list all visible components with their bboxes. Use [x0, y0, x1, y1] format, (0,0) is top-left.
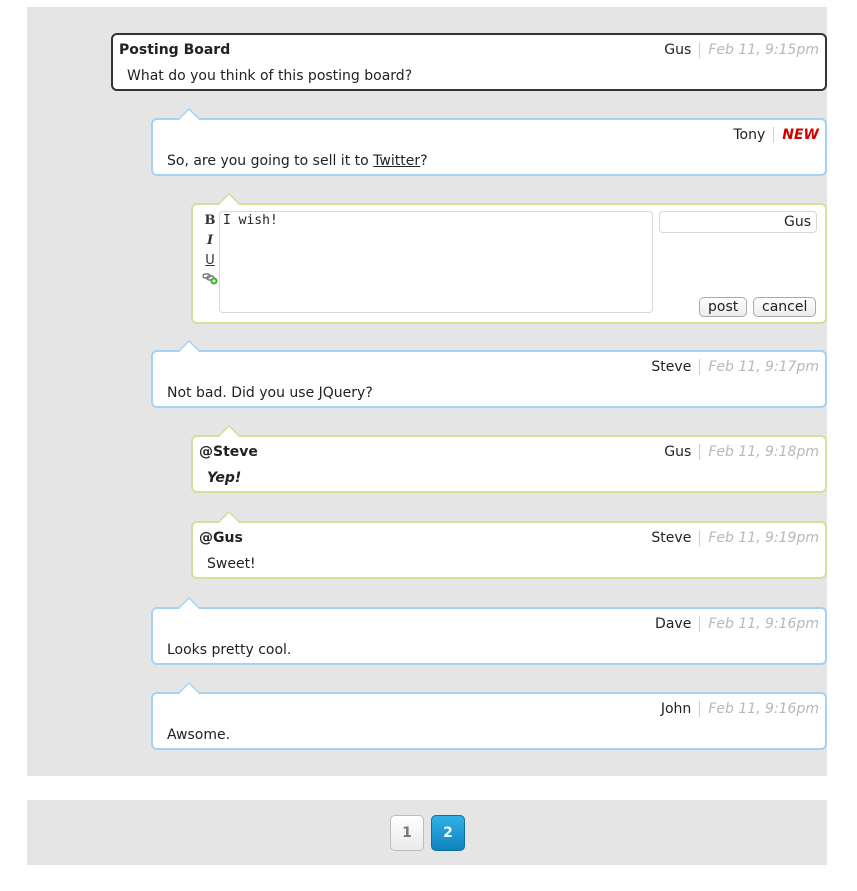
pagination: 1 2 [27, 800, 827, 865]
post-title: @Steve [199, 444, 258, 460]
post-text: Sweet! [207, 556, 256, 572]
post-date: Feb 11, 9:18pm [708, 444, 819, 460]
bold-button[interactable]: B [201, 211, 219, 231]
post-author[interactable]: Tony [733, 127, 775, 143]
reply-dave: Dave Feb 11, 9:16pm Looks pretty cool. [151, 597, 827, 665]
new-badge: NEW [782, 127, 819, 143]
post-date: Feb 11, 9:16pm [708, 701, 819, 717]
reply-gus: @Steve Gus Feb 11, 9:18pm Yep! [191, 425, 827, 493]
post-author[interactable]: Steve [651, 530, 701, 546]
reply-john: John Feb 11, 9:16pm Awsome. [151, 682, 827, 750]
page-1-button[interactable]: 1 [390, 815, 424, 851]
page-2-button[interactable]: 2 [431, 815, 465, 851]
reply-tony: Tony NEW So, are you going to sell it to … [151, 108, 827, 176]
post-date: Feb 11, 9:15pm [708, 42, 819, 58]
post-date: Feb 11, 9:16pm [708, 616, 819, 632]
formatting-toolbar: B I U [201, 211, 219, 291]
italic-button[interactable]: I [201, 231, 219, 251]
posting-board: Posting Board Gus Feb 11, 9:15pm What do … [27, 7, 827, 776]
post-date: Feb 11, 9:19pm [708, 530, 819, 546]
cancel-button[interactable]: cancel [753, 297, 817, 317]
root-post: Posting Board Gus Feb 11, 9:15pm What do … [111, 33, 827, 91]
post-author[interactable]: Steve [651, 359, 701, 375]
reply-steve-2: @Gus Steve Feb 11, 9:19pm Sweet! [191, 511, 827, 579]
post-text: Looks pretty cool. [167, 642, 292, 658]
post-text: Yep! [207, 470, 242, 486]
post-text: Not bad. Did you use JQuery? [167, 385, 373, 401]
reply-steve: Steve Feb 11, 9:17pm Not bad. Did you use… [151, 340, 827, 408]
post-author[interactable]: Gus [664, 42, 701, 58]
post-author[interactable]: John [660, 701, 701, 717]
name-field[interactable] [659, 211, 817, 233]
twitter-link[interactable]: Twitter [373, 153, 420, 169]
post-author[interactable]: Gus [664, 444, 701, 460]
post-title: Posting Board [119, 42, 231, 58]
reply-textarea[interactable]: I wish! [219, 211, 653, 313]
post-title: @Gus [199, 530, 243, 546]
underline-button[interactable]: U [201, 251, 219, 271]
post-text: What do you think of this posting board? [127, 68, 413, 84]
reply-editor: B I U I wish! post cancel [191, 193, 827, 324]
post-text: So, are you going to sell it to Twitter? [167, 153, 428, 169]
post-button[interactable]: post [699, 297, 748, 317]
link-add-icon[interactable] [201, 271, 219, 291]
post-author[interactable]: Dave [655, 616, 701, 632]
link-add-icon [202, 273, 218, 285]
post-date: Feb 11, 9:17pm [708, 359, 819, 375]
post-text: Awsome. [167, 727, 231, 743]
